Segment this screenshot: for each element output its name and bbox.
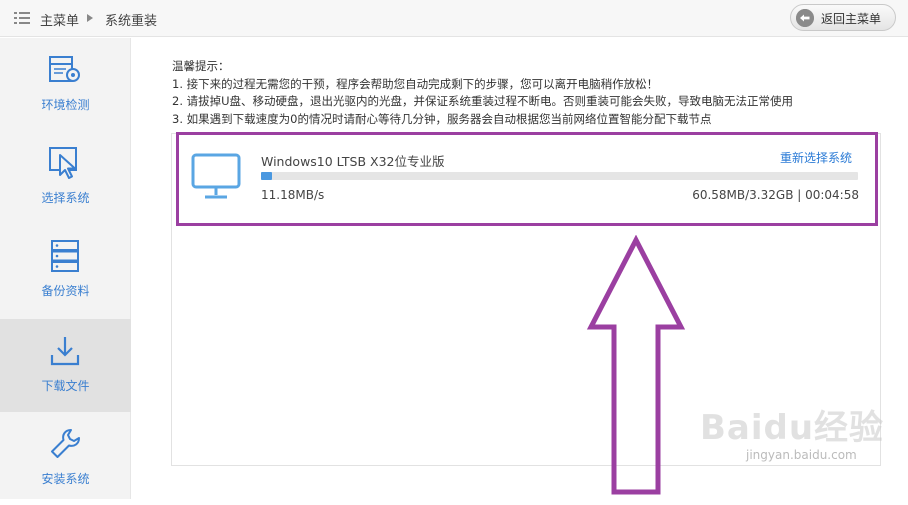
sidebar-item-label: 选择系统 [41,191,90,205]
tips-section: 温馨提示： 1. 接下来的过程无需您的干预，程序会帮助您自动完成剩下的步骤，您可… [172,58,793,128]
sidebar-item-select-system[interactable]: 选择系统 [0,131,131,224]
sidebar-item-download[interactable]: 下载文件 [0,319,131,412]
download-progress-fill [261,172,272,180]
download-progress-bar [261,172,858,180]
watermark-sub: jingyan.baidu.com [746,448,857,462]
download-icon [50,337,80,366]
sidebar-item-environment-check[interactable]: 环境检测 [0,38,131,131]
list-icon[interactable] [14,12,30,25]
watermark-logo: Baidu经验 jingyan.baidu.com [700,400,900,470]
watermark-main: Baidu经验 [700,408,885,448]
wrench-icon [51,429,80,458]
back-arrow-icon [796,9,814,27]
server-backup-icon [51,240,79,272]
top-bar: 主菜单 系统重装 返回主菜单 [0,0,908,37]
environment-check-icon [49,56,80,82]
breadcrumb-home[interactable]: 主菜单 [40,10,79,29]
sidebar-item-label: 备份资料 [41,284,90,298]
sidebar-item-label: 安装系统 [41,472,90,486]
download-status: 60.58MB/3.32GB | 00:04:58 [692,188,859,202]
reselect-system-link[interactable]: 重新选择系统 [780,149,852,166]
download-title: Windows10 LTSB X32位专业版 [261,154,445,169]
sidebar-item-label: 下载文件 [41,379,90,393]
back-button-label: 返回主菜单 [821,12,882,26]
sidebar-item-backup[interactable]: 备份资料 [0,224,131,317]
back-to-main-menu-button[interactable]: 返回主菜单 [790,4,896,31]
tip-line-3: 3. 如果遇到下载速度为0的情况时请耐心等待几分钟，服务器会自动根据您当前网络位… [172,111,712,126]
annotation-arrow-icon [586,235,686,495]
tip-line-1: 1. 接下来的过程无需您的干预，程序会帮助您自动完成剩下的步骤，您可以离开电脑稍… [172,76,659,91]
breadcrumb-current: 系统重装 [105,14,158,29]
cursor-select-icon [49,147,77,179]
sidebar: 环境检测 选择系统 备份资料 下载文件 安装系统 [0,38,131,499]
sidebar-item-label: 环境检测 [41,98,90,112]
sidebar-item-install[interactable]: 安装系统 [0,412,131,505]
monitor-icon [191,153,241,199]
download-speed: 11.18MB/s [261,188,325,202]
tip-line-2: 2. 请拔掉U盘、移动硬盘，退出光驱内的光盘，并保证系统重装过程不断电。否则重装… [172,94,794,108]
breadcrumb-separator-icon [87,14,93,22]
tips-title: 温馨提示： [172,59,230,73]
